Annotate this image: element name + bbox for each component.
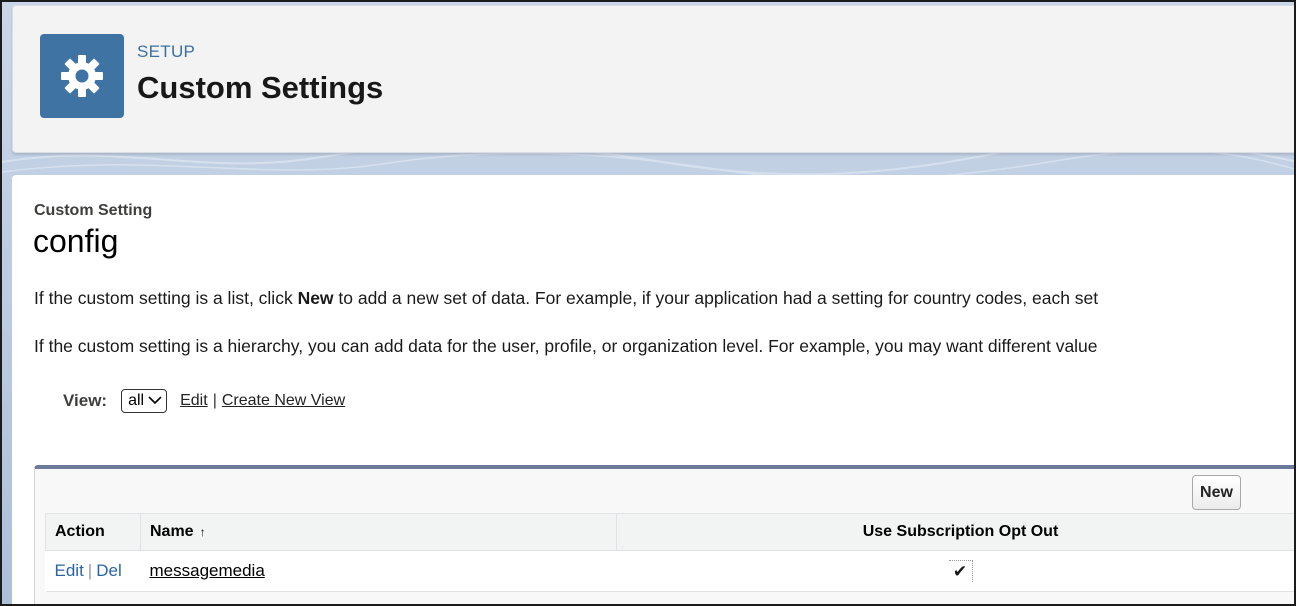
header-eyebrow: SETUP [137,42,196,61]
view-select[interactable]: all [121,389,168,413]
create-new-view-link[interactable]: Create New View [222,392,345,410]
new-record-button[interactable]: New [1192,475,1241,510]
records-list: New Action Name ↑ Use Subscription Opt Ou… [34,465,1294,604]
view-label: View: [63,391,108,410]
edit-view-link[interactable]: Edit [180,392,208,410]
app-window: SETUP Custom Settings Custom Setting con… [0,0,1296,606]
detail-panel: Custom Setting config If the custom sett… [12,175,1294,604]
page-title: Custom Settings [137,70,384,105]
view-selector-row: View: all Edit | Create New View [63,388,345,414]
chevron-down-icon [148,392,162,410]
column-header-opt-out: Use Subscription Opt Out [616,513,1294,551]
gear-icon [40,34,124,118]
view-select-value: all [128,392,145,409]
sort-ascending-icon: ↑ [199,525,206,539]
table-header-row: Action Name ↑ Use Subscription Opt Out [45,513,1294,551]
row-name-cell: messagemedia [140,550,617,592]
description-hierarchy: If the custom setting is a hierarchy, yo… [34,336,1098,356]
row-opt-out-cell: ✔ [616,550,1294,592]
view-separator: | [212,392,217,409]
row-name-link[interactable]: messagemedia [150,561,265,580]
table-row: Edit | Del messagemedia ✔ [45,550,1294,592]
object-name: config [33,223,119,259]
column-header-action: Action [45,513,141,551]
page-header: SETUP Custom Settings [12,5,1294,153]
description-list-bold: New [297,288,334,308]
column-header-name-label: Name [150,523,194,540]
row-actions: Edit | Del [45,550,141,592]
description-list: If the custom setting is a list, click N… [34,288,1098,309]
records-table: Action Name ↑ Use Subscription Opt Out Ed… [45,513,1294,592]
description-list-post: to add a new set of data. For example, i… [333,288,1099,308]
column-header-name[interactable]: Name ↑ [140,513,617,551]
row-action-separator: | [87,561,93,580]
checkmark-icon: ✔ [948,560,973,582]
object-type-label: Custom Setting [34,202,153,219]
description-list-pre: If the custom setting is a list, click [34,288,298,308]
row-edit-link[interactable]: Edit [55,561,84,580]
row-delete-link[interactable]: Del [96,561,122,580]
